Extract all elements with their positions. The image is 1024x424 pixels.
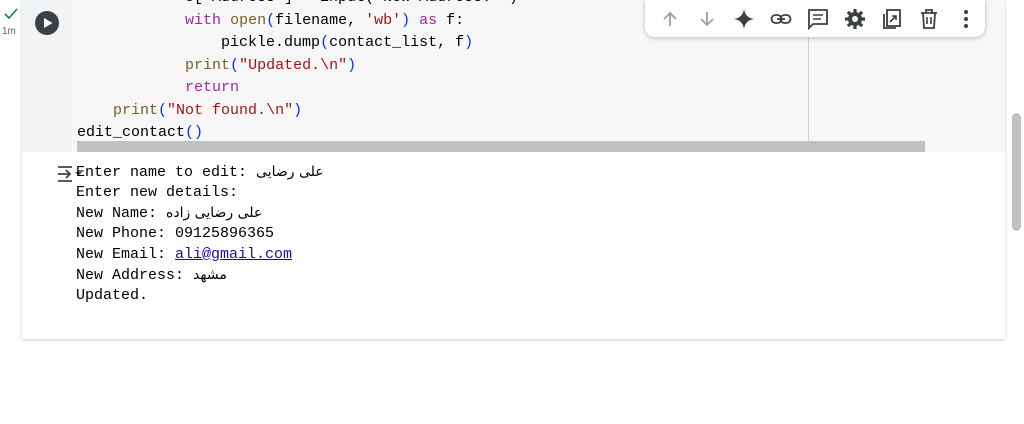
arrow-up-icon	[662, 11, 677, 26]
code-token: f:	[437, 11, 465, 29]
code-line[interactable]: pickle.dump(contact_list, f)	[77, 32, 518, 55]
more-vert-icon	[964, 9, 969, 28]
page-vertical-scrollbar[interactable]	[1012, 113, 1021, 231]
execution-time: 1m	[2, 26, 16, 37]
email-link[interactable]: ali@gmail.com	[175, 246, 292, 263]
code-token: )	[347, 56, 357, 74]
output-value: 09125896365	[175, 225, 275, 243]
colab-notebook-page: 1m c["Address"] = input("New Address: ")…	[0, 0, 1024, 424]
code-line[interactable]: print("Updated.\n")	[77, 55, 518, 78]
mirror-icon	[883, 8, 902, 29]
output-line: New Address: مشهد	[76, 265, 324, 286]
code-token: edit_contact	[77, 124, 186, 141]
code-token: (	[158, 101, 168, 119]
link-icon	[770, 13, 792, 24]
code-token: (	[266, 11, 276, 29]
output-label: New Email:	[76, 245, 176, 263]
output-line: Updated.	[76, 286, 324, 307]
code-token: ()	[185, 124, 204, 141]
trash-icon	[921, 8, 938, 29]
output-line: New Email: ali@gmail.com	[76, 245, 324, 266]
output-line: Enter name to edit: علی رضایی	[76, 162, 324, 183]
code-token: )	[293, 101, 303, 119]
code-text[interactable]: c["Address"] = input("New Address: ") wi…	[77, 0, 518, 145]
output-label: Enter new details:	[76, 183, 239, 201]
code-token: (	[230, 56, 240, 74]
code-token: )	[464, 34, 474, 51]
arrow-down-icon	[700, 11, 714, 26]
code-line[interactable]: c["Address"] = input("New Address: ")	[77, 0, 518, 10]
cell-toolbar	[645, 0, 985, 37]
mirror-cell-button[interactable]	[874, 3, 911, 35]
output-label: Updated.	[76, 287, 149, 305]
delete-cell-button[interactable]	[911, 3, 948, 35]
output-label: New Address:	[76, 267, 194, 285]
move-cell-down-button[interactable]	[688, 3, 725, 35]
execution-check-icon	[4, 8, 18, 20]
cell-output: Enter name to edit: علی رضایی Enter new d…	[76, 162, 324, 307]
sparkle-icon	[733, 8, 754, 29]
code-token: pickle.dump	[221, 34, 321, 51]
output-label: Enter name to edit:	[76, 164, 257, 181]
code-line[interactable]: with open(filename, 'wb') as f:	[77, 10, 518, 33]
code-token: filename,	[275, 11, 366, 29]
code-token: "Not found.\n"	[167, 101, 294, 119]
code-token: c["Address"] = input("New Address: ")	[185, 0, 518, 6]
code-token: 'wb'	[365, 11, 402, 29]
more-actions-button[interactable]	[948, 3, 985, 35]
output-label: New Phone:	[76, 225, 176, 243]
code-token: with	[185, 11, 222, 29]
code-token: (	[320, 34, 330, 51]
gemini-button[interactable]	[725, 3, 762, 35]
output-value: مشهد	[193, 267, 227, 284]
play-icon	[44, 18, 53, 28]
cell-settings-button[interactable]	[837, 3, 874, 35]
code-token: print	[113, 101, 159, 119]
code-token: "Updated.\n"	[239, 56, 348, 74]
code-line[interactable]: print("Not found.\n")	[77, 100, 518, 123]
comment-icon	[808, 8, 828, 30]
code-token: as	[419, 11, 438, 29]
output-line: New Phone: 09125896365	[76, 224, 324, 245]
add-comment-button[interactable]	[799, 3, 836, 35]
code-token: open	[230, 11, 267, 29]
copy-link-button[interactable]	[762, 3, 799, 35]
output-value: علی رضایی زاده	[166, 205, 263, 222]
run-cell-button[interactable]	[35, 11, 59, 35]
output-line: Enter new details:	[76, 183, 324, 204]
output-line: New Name: علی رضایی زاده	[76, 203, 324, 224]
move-cell-up-button[interactable]	[651, 3, 688, 35]
gear-icon	[845, 8, 866, 29]
output-value: علی رضایی	[256, 164, 324, 180]
code-token: return	[185, 79, 240, 96]
code-line[interactable]: return	[77, 77, 518, 100]
code-token: print	[185, 56, 231, 74]
code-token: contact_list, f	[329, 34, 465, 51]
output-label: New Name:	[76, 205, 167, 223]
code-token: )	[401, 11, 411, 29]
code-horizontal-scrollbar[interactable]	[77, 141, 925, 152]
